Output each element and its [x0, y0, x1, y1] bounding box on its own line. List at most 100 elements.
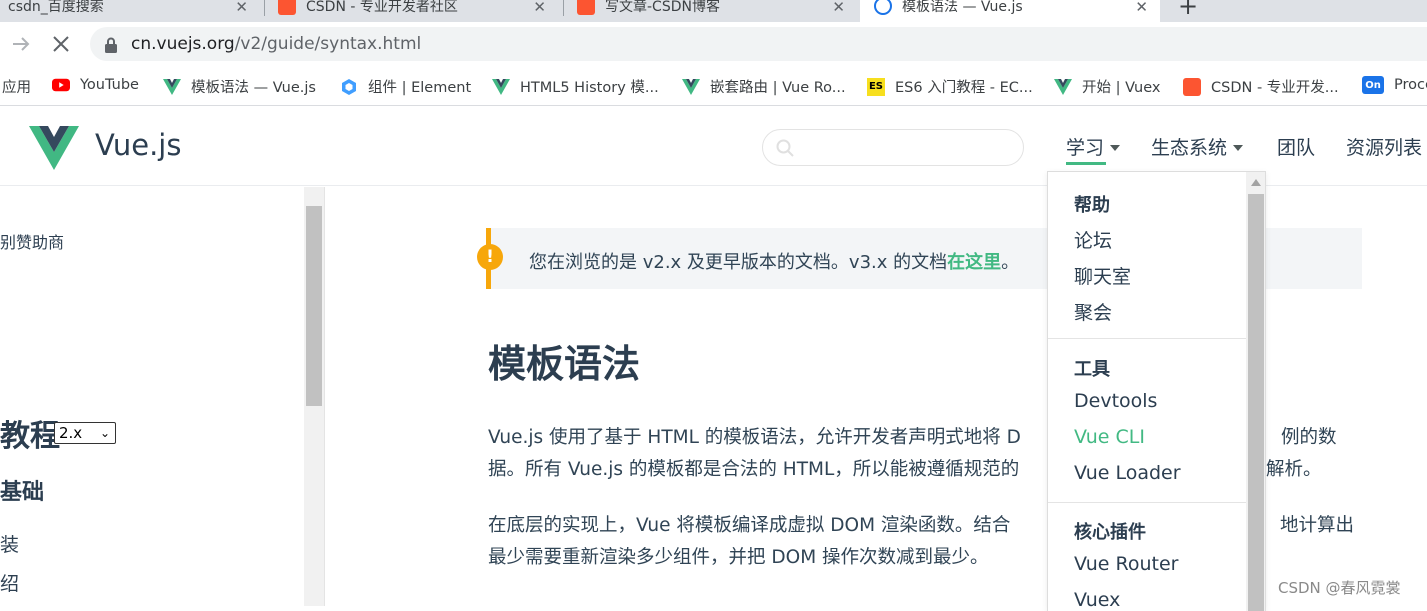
- warning-icon: !: [477, 244, 503, 270]
- es6-icon: ES: [867, 77, 885, 96]
- bookmark-label: 组件 | Element: [368, 80, 472, 96]
- bookmark-apps[interactable]: 应用: [2, 76, 31, 97]
- dropdown-heading-help: 帮助: [1074, 195, 1110, 216]
- watermark: CSDN @春风霓裳: [1278, 579, 1401, 597]
- tab-title: CSDN - 专业开发者社区: [306, 0, 458, 15]
- dropdown-item-devtools[interactable]: Devtools: [1074, 390, 1157, 412]
- stop-loading-icon[interactable]: [52, 35, 70, 53]
- dropdown-heading-tools: 工具: [1074, 359, 1110, 380]
- bookmarks-bar: 应用 YouTube 模板语法 — Vue.js 组件 | Element HT…: [0, 66, 1427, 106]
- tab-baidu[interactable]: csdn_百度搜索 ✕: [8, 0, 260, 22]
- search-input[interactable]: [762, 129, 1024, 166]
- dropdown-item-vue-cli[interactable]: Vue CLI: [1074, 426, 1145, 448]
- vue-logo-icon[interactable]: [29, 126, 79, 170]
- browser-toolbar: cn.vuejs.org/v2/guide/syntax.html: [0, 22, 1427, 66]
- youtube-icon: [52, 76, 70, 94]
- sidebar-sponsor-link[interactable]: 别赞助商: [0, 229, 64, 253]
- nav-label: 学习: [1066, 137, 1105, 159]
- dropdown-item-vue-router[interactable]: Vue Router: [1074, 553, 1178, 575]
- csdn-icon: [1183, 77, 1201, 96]
- site-name[interactable]: Vue.js: [95, 128, 181, 162]
- sidebar-tutorial-heading: 教程: [0, 419, 60, 454]
- loading-icon: [874, 0, 892, 15]
- bookmark-label: 模板语法 — Vue.js: [191, 80, 316, 96]
- close-icon[interactable]: ✕: [1135, 0, 1148, 16]
- close-icon[interactable]: ✕: [533, 0, 546, 16]
- bookmark-label: CSDN - 专业开发...: [1211, 80, 1339, 96]
- nav-ecosystem[interactable]: 生态系统: [1151, 133, 1244, 160]
- caret-down-icon: [1110, 145, 1121, 151]
- tab-title: 模板语法 — Vue.js: [902, 0, 1023, 15]
- notice-end: 。: [1001, 252, 1020, 273]
- paragraph-line-tail: 地计算出: [1280, 515, 1355, 536]
- tab-title: csdn_百度搜索: [8, 0, 104, 15]
- bookmark-label: 开始 | Vuex: [1082, 80, 1161, 96]
- bookmark-vue-syntax[interactable]: 模板语法 — Vue.js: [163, 76, 316, 97]
- csdn-icon: [577, 0, 595, 15]
- dropdown-item-meetups[interactable]: 聚会: [1074, 298, 1112, 325]
- tab-vue-active[interactable]: 模板语法 — Vue.js ✕: [860, 0, 1160, 22]
- url-path: /v2/guide/syntax.html: [234, 34, 422, 54]
- paragraph-line: 据。所有 Vue.js 的模板都是合法的 HTML，所以能被遵循规范的: [488, 459, 1020, 480]
- paragraph-line: Vue.js 使用了基于 HTML 的模板语法，允许开发者声明式地将 D: [488, 427, 1021, 448]
- vue-icon: [682, 78, 700, 96]
- paragraph-line-tail: 解析。: [1266, 459, 1322, 480]
- tab-divider: [264, 0, 265, 16]
- nav-learn[interactable]: 学习: [1066, 133, 1121, 160]
- bookmark-label: 嵌套路由 | Vue Ro...: [710, 80, 846, 96]
- browser-tab-strip: csdn_百度搜索 ✕ CSDN - 专业开发者社区 ✕ 写文章-CSDN博客 …: [0, 0, 1427, 22]
- bookmark-label: ES6 入门教程 - EC...: [895, 80, 1033, 96]
- bookmark-csdn[interactable]: CSDN - 专业开发...: [1183, 76, 1339, 97]
- notice-link[interactable]: 在这里: [947, 252, 1001, 273]
- tab-csdn[interactable]: CSDN - 专业开发者社区 ✕: [278, 0, 558, 22]
- dropdown-scrollbar-thumb[interactable]: [1248, 194, 1264, 611]
- csdn-icon: [278, 0, 296, 15]
- sidebar-item-install[interactable]: 装: [0, 530, 19, 557]
- bookmark-vuex[interactable]: 开始 | Vuex: [1054, 76, 1160, 97]
- nav-team[interactable]: 团队: [1277, 133, 1315, 160]
- dropdown-item-forum[interactable]: 论坛: [1074, 226, 1112, 253]
- url-text[interactable]: cn.vuejs.org/v2/guide/syntax.html: [131, 34, 421, 54]
- close-icon[interactable]: ✕: [832, 0, 845, 16]
- bookmark-history[interactable]: HTML5 History 模...: [492, 76, 659, 97]
- version-select-value: 2.x: [59, 424, 83, 442]
- bookmark-label: Proce: [1394, 77, 1427, 93]
- close-icon[interactable]: ✕: [235, 0, 248, 16]
- dropdown-divider: [1048, 502, 1246, 503]
- bookmark-label: YouTube: [80, 77, 139, 93]
- sidebar-scrollbar-thumb[interactable]: [306, 206, 322, 406]
- page-title: 模板语法: [488, 342, 641, 386]
- bookmark-es6[interactable]: ES ES6 入门教程 - EC...: [867, 76, 1033, 97]
- nav-resources[interactable]: 资源列表: [1346, 133, 1422, 160]
- search-icon: [776, 139, 794, 157]
- sidebar-section-heading: 基础: [0, 480, 45, 505]
- caret-down-icon: [1233, 145, 1244, 151]
- nav-label: 生态系统: [1151, 137, 1228, 159]
- version-select[interactable]: 2.x ⌄: [54, 422, 116, 444]
- dropdown-item-vue-loader[interactable]: Vue Loader: [1074, 462, 1181, 484]
- tab-title: 写文章-CSDN博客: [605, 0, 720, 15]
- paragraph-line: 最少需要重新渲染多少组件，并把 DOM 操作次数减到最少。: [488, 547, 989, 568]
- bookmark-nested-routes[interactable]: 嵌套路由 | Vue Ro...: [682, 76, 846, 97]
- url-host: cn.vuejs.org: [131, 34, 235, 54]
- tab-csdn-write[interactable]: 写文章-CSDN博客 ✕: [577, 0, 857, 22]
- notice-text: 您在浏览的是 v2.x 及更早版本的文档。v3.x 的文档在这里。: [529, 248, 1019, 274]
- scroll-up-arrow-icon[interactable]: [1251, 179, 1261, 186]
- sidebar-item-intro[interactable]: 绍: [0, 569, 19, 596]
- new-tab-button[interactable]: +: [1178, 0, 1198, 20]
- bookmark-youtube[interactable]: YouTube: [52, 76, 139, 94]
- bookmark-label: 应用: [2, 80, 31, 96]
- dropdown-heading-core-plugins: 核心插件: [1074, 522, 1146, 543]
- learn-dropdown-menu: 帮助 论坛 聊天室 聚会 工具 Devtools Vue CLI Vue Loa…: [1047, 171, 1266, 611]
- paragraph-line-tail: 例的数: [1281, 427, 1337, 448]
- forward-arrow-icon[interactable]: [11, 34, 31, 54]
- bookmark-element[interactable]: 组件 | Element: [340, 76, 471, 97]
- on-icon: On: [1362, 76, 1384, 94]
- dropdown-item-vuex[interactable]: Vuex: [1074, 589, 1120, 611]
- active-nav-underline: [1066, 162, 1106, 165]
- lock-icon[interactable]: [104, 37, 118, 53]
- bookmark-label: HTML5 History 模...: [520, 80, 659, 96]
- vue-icon: [1054, 78, 1072, 96]
- bookmark-process[interactable]: On Proce: [1362, 76, 1427, 94]
- dropdown-item-chat[interactable]: 聊天室: [1074, 262, 1131, 289]
